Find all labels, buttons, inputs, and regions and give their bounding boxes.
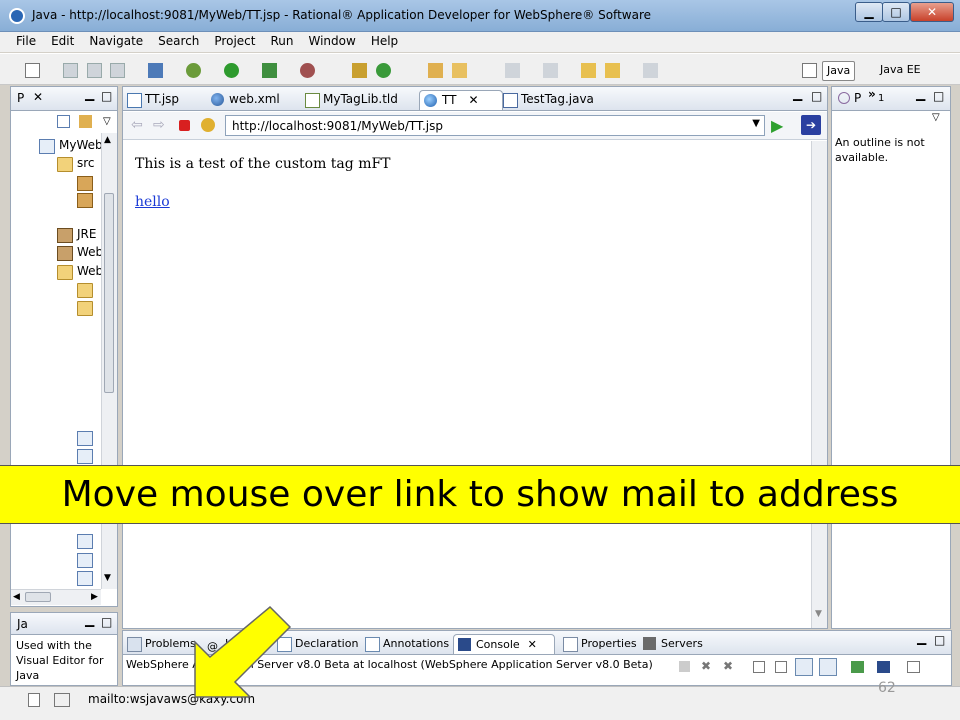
- annotation-arrow-icon: [194, 605, 292, 698]
- annotation-arrow-shape: [194, 605, 292, 698]
